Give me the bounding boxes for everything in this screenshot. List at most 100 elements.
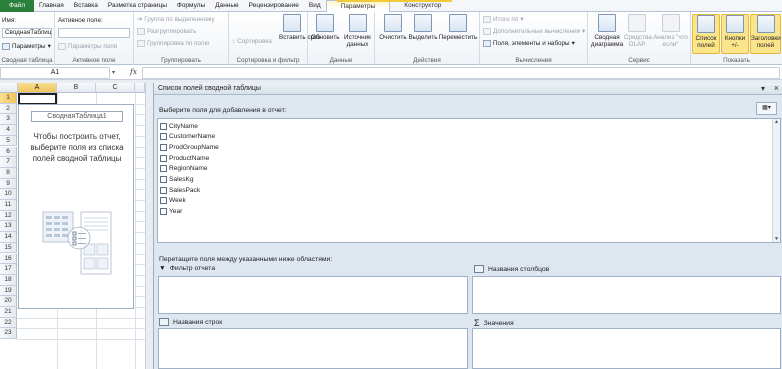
row-header[interactable]: 8 (0, 167, 17, 179)
filter-drop-area[interactable] (158, 276, 468, 314)
field-item[interactable]: CustomerName (160, 132, 215, 142)
sort-button[interactable]: ↕ Сортировка (232, 38, 272, 45)
row-header[interactable]: 20 (0, 296, 17, 307)
row-header[interactable]: 12 (0, 210, 17, 222)
field-settings-button[interactable]: Параметры поля (58, 43, 117, 50)
scroll-down-icon[interactable]: ▼ (774, 236, 779, 242)
tab-view[interactable]: Вид (304, 0, 326, 12)
scroll-up-icon[interactable]: ▲ (774, 119, 779, 125)
checkbox[interactable] (160, 133, 167, 141)
group-selection-button[interactable]: ➔ Группа по выделенному (137, 16, 215, 23)
formula-input[interactable] (142, 67, 780, 79)
grid-scrollbar[interactable] (145, 83, 153, 369)
tab-file[interactable]: Файл (0, 0, 34, 12)
field-item[interactable]: CityName (160, 121, 198, 131)
row-header[interactable]: 3 (0, 114, 17, 126)
worksheet-grid[interactable]: A B C СводнаяТаблица1 Чтобы построить от… (0, 83, 145, 369)
select-button[interactable]: Выделить (408, 14, 438, 41)
fx-icon[interactable]: fx (130, 67, 137, 76)
column-header-b[interactable]: B (57, 83, 96, 93)
move-button[interactable]: Переместить (438, 14, 478, 41)
row-header[interactable]: 19 (0, 285, 17, 297)
row-header[interactable]: 18 (0, 274, 17, 286)
row-header[interactable]: 17 (0, 264, 17, 275)
group-field-button[interactable]: Группировка по полю (137, 40, 209, 47)
select-all-corner[interactable] (0, 83, 18, 93)
headers-toggle[interactable]: Заголовки полей (750, 14, 781, 54)
refresh-button[interactable]: Обновить (311, 14, 340, 41)
tab-data[interactable]: Данные (210, 0, 243, 12)
buttons-toggle[interactable]: Кнопки +/- (721, 14, 749, 54)
tab-formulas[interactable]: Формулы (172, 0, 210, 12)
insert-slicer-button[interactable]: Вставить срез (279, 14, 320, 41)
row-header[interactable]: 22 (0, 317, 17, 329)
pivot-table-placeholder[interactable]: СводнаяТаблица1 Чтобы построить отчет, в… (18, 104, 134, 309)
row-header[interactable]: 14 (0, 232, 17, 243)
tab-home[interactable]: Главная (34, 0, 69, 12)
checkbox[interactable] (160, 154, 167, 162)
field-item[interactable]: ProdGroupName (160, 142, 219, 152)
chevron-down-icon[interactable]: ▾ (761, 84, 765, 93)
chevron-down-icon[interactable]: ▾ (112, 69, 115, 76)
column-header-c[interactable]: C (96, 83, 135, 93)
pivot-options-button[interactable]: Параметры ▾ (2, 43, 51, 50)
row-header[interactable]: 16 (0, 253, 17, 265)
chevron-down-icon: ▾ (571, 40, 575, 47)
columns-drop-area[interactable] (472, 276, 781, 314)
what-if-button[interactable]: Анализ "что если" (652, 14, 689, 48)
checkbox[interactable] (160, 122, 167, 130)
layout-options-button[interactable]: ▦▾ (756, 102, 777, 115)
refresh-icon (316, 14, 334, 32)
row-header[interactable]: 21 (0, 307, 17, 318)
row-header[interactable]: 10 (0, 189, 17, 200)
row-header[interactable]: 1 (0, 93, 17, 104)
tab-review[interactable]: Рецензирование (244, 0, 304, 12)
row-header[interactable]: 2 (0, 103, 17, 115)
clear-button[interactable]: Очистить (377, 14, 409, 41)
tab-insert[interactable]: Вставка (69, 0, 103, 12)
field-item[interactable]: SalesPack (160, 185, 200, 195)
field-item[interactable]: ProductName (160, 153, 209, 163)
tab-page-layout[interactable]: Разметка страницы (103, 0, 172, 12)
pivot-chart-button[interactable]: Сводная диаграмма (590, 14, 624, 48)
checkbox[interactable] (160, 208, 167, 216)
checkbox[interactable] (160, 143, 167, 151)
field-item[interactable]: Week (160, 196, 186, 206)
field-item[interactable]: RegionName (160, 164, 207, 174)
ungroup-button[interactable]: Разгруппировать (137, 28, 196, 35)
field-item[interactable]: SalesKg (160, 175, 194, 185)
row-header[interactable]: 7 (0, 157, 17, 168)
checkbox[interactable] (160, 197, 167, 205)
group-label-grouping: Группировать (161, 57, 201, 64)
move-icon (449, 14, 467, 32)
totals-button[interactable]: Итоги по ▾ (483, 16, 524, 23)
rows-drop-area[interactable] (158, 328, 468, 369)
checkbox[interactable] (160, 186, 167, 194)
checkbox[interactable] (160, 176, 167, 183)
row-header[interactable]: 11 (0, 200, 17, 211)
row-header[interactable]: 5 (0, 135, 17, 147)
column-header-d[interactable] (135, 83, 145, 93)
row-header[interactable]: 6 (0, 146, 17, 158)
fields-items-label: Поля, элементы и наборы (493, 40, 570, 47)
field-list-scrollbar[interactable]: ▲ ▼ (772, 119, 780, 242)
fields-items-button[interactable]: Поля, элементы и наборы ▾ (483, 40, 575, 47)
field-item[interactable]: Year (160, 207, 182, 217)
values-drop-area[interactable] (472, 328, 781, 369)
olap-button[interactable]: Средства OLAP (624, 14, 652, 48)
columns-icon (474, 265, 484, 273)
change-source-button[interactable]: Источник данных (342, 14, 373, 48)
row-header[interactable]: 23 (0, 328, 17, 340)
row-header[interactable]: 15 (0, 242, 17, 254)
close-icon[interactable]: × (774, 83, 779, 93)
field-list-toggle[interactable]: Список полей (692, 14, 720, 54)
column-header-a[interactable]: A (18, 83, 57, 93)
pivot-name-input[interactable]: СводнаяТаблица (2, 28, 52, 38)
active-field-input[interactable] (58, 28, 130, 38)
row-header[interactable]: 13 (0, 221, 17, 233)
row-header[interactable]: 4 (0, 125, 17, 136)
checkbox[interactable] (160, 165, 167, 173)
name-box[interactable]: A1 (0, 67, 110, 79)
row-header[interactable]: 9 (0, 178, 17, 190)
show-values-button[interactable]: Дополнительные вычисления ▾ (483, 28, 585, 35)
